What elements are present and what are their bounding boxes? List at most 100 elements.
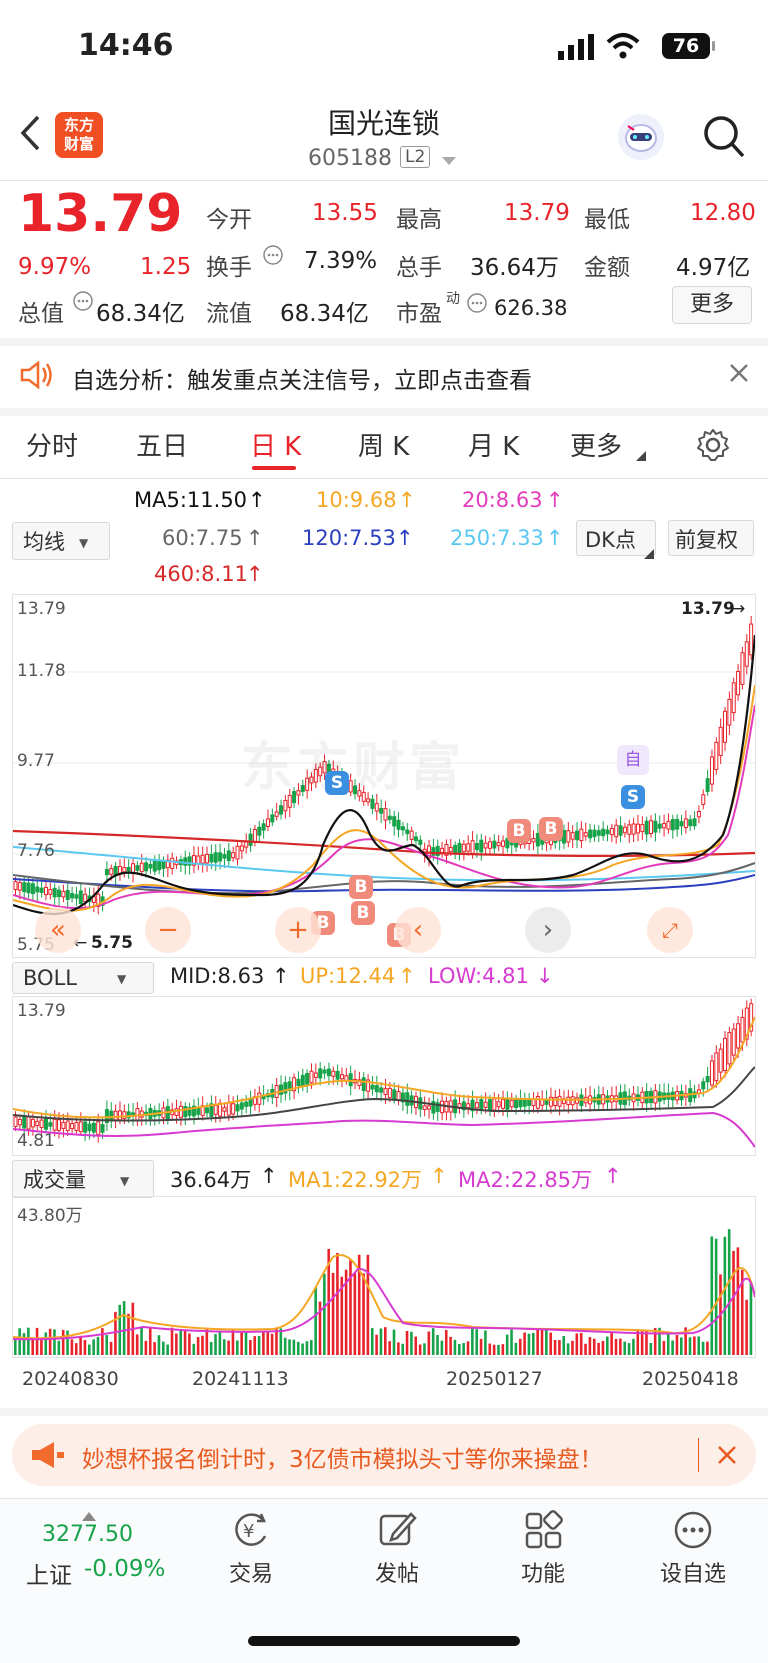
buy-signal-marker[interactable]: B [539, 817, 563, 841]
notice-text[interactable]: 自选分析：触发重点关注信号，立即点击查看 [72, 361, 532, 395]
candle [396, 819, 401, 830]
promo-close-icon[interactable] [716, 1444, 738, 1470]
candle [744, 641, 749, 667]
volume-bar [518, 1338, 522, 1355]
dock-trade[interactable]: ¥ 交易 [206, 1510, 296, 1588]
buy-signal-marker[interactable]: B [351, 901, 375, 925]
volume-bar [201, 1335, 204, 1355]
chevron-left-icon[interactable]: ‹ [395, 907, 441, 953]
tab-intraday[interactable]: 分时 [26, 426, 78, 463]
home-indicator[interactable] [248, 1636, 520, 1646]
volume-bar [83, 1339, 87, 1355]
tab-more[interactable]: 更多 [570, 426, 622, 463]
volume-chart[interactable]: 43.80万 [12, 1196, 756, 1358]
buy-signal-marker[interactable]: B [349, 875, 373, 899]
assistant-robot-icon[interactable] [618, 114, 664, 160]
notice-close-icon[interactable] [728, 362, 750, 388]
candle [418, 839, 423, 845]
candle [78, 890, 83, 905]
turnover-info-icon[interactable] [262, 244, 284, 270]
candle [70, 1123, 75, 1130]
candle [257, 1092, 262, 1105]
dock-post[interactable]: 发帖 [352, 1510, 442, 1588]
boll-chart[interactable]: 13.79 4.81 [12, 996, 756, 1156]
volume-bar [162, 1341, 165, 1355]
volume-bar [427, 1331, 431, 1355]
ma5-arrow-icon: ↑ [248, 488, 266, 512]
kline-chart[interactable]: 东方财富 13.79 11.78 9.77 7.76 5.75 13.79 → … [12, 594, 756, 958]
stock-code: 605188 [308, 146, 392, 171]
candle [26, 882, 31, 894]
market-cap-info-icon[interactable] [72, 290, 94, 316]
tab-more-caret-icon [636, 446, 646, 465]
dock-functions[interactable]: 功能 [498, 1510, 588, 1588]
candle [683, 818, 688, 829]
candle [235, 1104, 240, 1112]
candle [257, 826, 262, 836]
candle [501, 1099, 506, 1109]
chevron-down-icon: ▼ [120, 1174, 130, 1188]
scroll-left-icon[interactable]: « [35, 907, 81, 953]
candle [22, 1116, 27, 1129]
buy-signal-marker[interactable]: B [507, 819, 531, 843]
level-badge[interactable]: L2 [400, 146, 431, 168]
volume-y-top: 43.80万 [17, 1206, 83, 1226]
volume-bar [553, 1340, 557, 1355]
ma120-arrow-icon: ↑ [396, 526, 414, 550]
candle [61, 890, 66, 898]
candle [139, 862, 144, 873]
more-quote-button[interactable]: 更多 [672, 286, 752, 324]
candle [657, 823, 662, 829]
chevron-right-icon[interactable]: › [525, 907, 571, 953]
y-label-1: 13.79 [17, 599, 66, 619]
tab-monthly-k[interactable]: 月 K [468, 426, 519, 463]
code-dropdown-icon[interactable] [442, 152, 456, 171]
sell-signal-marker[interactable]: S [325, 771, 349, 795]
sell-signal-marker[interactable]: S [621, 785, 645, 809]
pe-info-icon[interactable] [466, 292, 488, 318]
index-name[interactable]: 上证 [26, 1556, 72, 1590]
candle [83, 1121, 88, 1133]
turnover-value: 7.39% [304, 248, 378, 274]
volume-bar [166, 1344, 169, 1355]
candle [514, 1098, 519, 1109]
self-select-marker[interactable]: 自 [617, 745, 649, 775]
tab-weekly-k[interactable]: 周 K [358, 426, 409, 463]
candle [222, 854, 227, 859]
promo-banner[interactable]: 妙想杯报名倒计时，3亿债市模拟头寸等你来操盘！ [12, 1424, 756, 1486]
volume-bar [584, 1343, 587, 1355]
candle [339, 1074, 344, 1080]
candle [723, 710, 728, 743]
index-change[interactable]: -0.09% [84, 1556, 165, 1582]
candle [30, 883, 35, 895]
pe-value: 626.38 [494, 296, 568, 320]
candle [709, 756, 714, 785]
volume-bar [101, 1328, 104, 1355]
zoom-out-icon[interactable]: − [145, 907, 191, 953]
candle [618, 825, 623, 836]
watermark: 东方财富 [241, 738, 466, 798]
candle [126, 867, 131, 872]
tab-active-indicator [252, 466, 296, 470]
tab-daily-k[interactable]: 日 K [250, 426, 301, 463]
fullscreen-icon[interactable]: ⤢ [647, 907, 693, 953]
candle [274, 811, 279, 817]
max-price-marker: 13.79 [681, 599, 735, 619]
dock-add-watchlist[interactable]: 设自选 [648, 1510, 738, 1588]
volume-bar [558, 1340, 561, 1355]
volume-bar [375, 1334, 378, 1355]
settings-gear-icon[interactable] [696, 428, 730, 466]
zoom-in-icon[interactable]: + [275, 907, 321, 953]
y-label-2: 11.78 [17, 661, 66, 681]
tab-five-day[interactable]: 五日 [136, 426, 188, 463]
search-icon[interactable] [702, 114, 746, 164]
index-value[interactable]: 3277.50 [42, 1522, 133, 1547]
candle [396, 1091, 401, 1101]
candle [592, 829, 597, 838]
indicator-selector-ma[interactable]: 均线 ▼ [12, 522, 110, 560]
volume-bar [649, 1343, 653, 1355]
battery-icon: 76 [662, 33, 710, 59]
volume-bar [571, 1340, 574, 1355]
volume-bar [79, 1335, 82, 1355]
candle [252, 829, 257, 842]
